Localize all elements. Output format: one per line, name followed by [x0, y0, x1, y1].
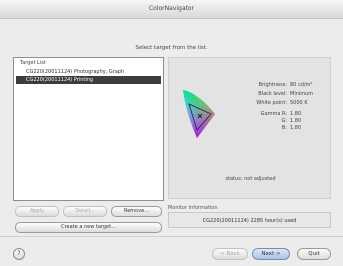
- quit-button[interactable]: Quit: [297, 248, 331, 260]
- footer-divider: [0, 236, 343, 237]
- adjust-status: status: not adjusted: [225, 176, 276, 182]
- brightness-value: 80 cd/m²: [290, 82, 313, 88]
- brightness-label: Brightness:: [258, 82, 287, 88]
- gamma-r-value: 1.80: [290, 111, 302, 117]
- black-level-value: Minimum: [290, 91, 314, 97]
- colornavigator-window: ColorNavigator Select target from the li…: [0, 0, 343, 266]
- window-title: ColorNavigator: [0, 0, 343, 19]
- white-point-value: 5000 K: [290, 100, 308, 106]
- remove-button[interactable]: Remove...: [111, 206, 162, 217]
- help-button[interactable]: ?: [13, 248, 25, 260]
- black-level-label: Black level:: [258, 91, 287, 97]
- create-target-button[interactable]: Create a new target...: [15, 222, 162, 233]
- gamma-r-label: Gamma R:: [260, 111, 287, 117]
- target-list[interactable]: Target List CG220(20011124) Photography,…: [13, 57, 164, 201]
- target-list-header: Target List: [20, 60, 46, 66]
- gamma-b-label: B:: [281, 125, 287, 131]
- white-point-label: White point:: [256, 100, 287, 106]
- list-item-selected[interactable]: CG220(20011124) Printing: [16, 76, 161, 84]
- back-button[interactable]: < Back: [212, 248, 248, 260]
- monitor-info-label: Monitor Information: [168, 205, 218, 211]
- target-info-panel: Brightness: 80 cd/m² Black level: Minimu…: [168, 57, 331, 199]
- detail-button[interactable]: Detail...: [63, 206, 107, 217]
- instruction-text: Select target from the list.: [135, 45, 208, 51]
- next-button[interactable]: Next >: [252, 248, 290, 260]
- gamma-g-value: 1.80: [290, 118, 302, 124]
- gamma-g-label: G:: [281, 118, 287, 124]
- list-item[interactable]: CG220(20011124) Photography, Graph: [16, 68, 161, 76]
- gamma-b-value: 1.80: [290, 125, 302, 131]
- apply-button[interactable]: Apply: [15, 206, 59, 217]
- monitor-info-value: CG220(20011124) 2285 hour(s) used: [168, 212, 331, 228]
- color-gamut-diagram: [183, 90, 215, 138]
